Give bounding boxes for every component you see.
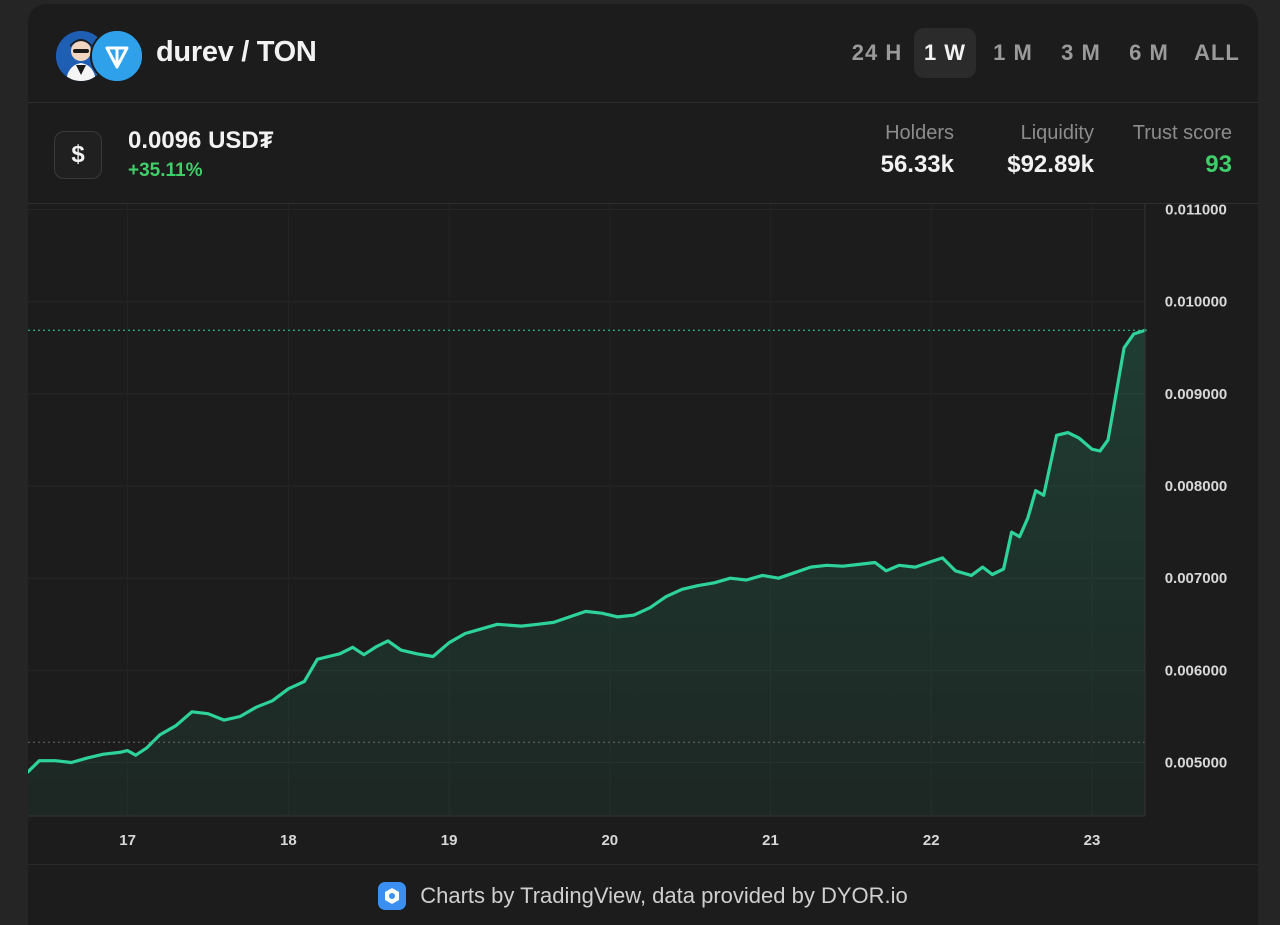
- y-tick-label: 0.008000: [1165, 478, 1228, 495]
- y-tick-label: 0.011000: [1165, 204, 1227, 219]
- liquidity-stat: Liquidity $92.89k: [1007, 122, 1094, 179]
- holders-stat: Holders 56.33k: [881, 122, 954, 179]
- range-24h-button[interactable]: 24 H: [846, 28, 908, 78]
- ton-logo-icon: [90, 29, 144, 83]
- price-info: $ 0.0096 USD₮ +35.11% Holders 56.33k Liq…: [28, 103, 1258, 204]
- range-1m-button[interactable]: 1 M: [982, 28, 1044, 78]
- chart-credit[interactable]: Charts by TradingView, data provided by …: [420, 883, 908, 909]
- y-tick-label: 0.007000: [1165, 570, 1228, 587]
- range-all-button[interactable]: ALL: [1186, 28, 1248, 78]
- price-chart[interactable]: 0.011000 0.010000 0.009000 0.008000 0.007000…: [28, 204, 1258, 864]
- x-tick-label: 20: [601, 832, 618, 849]
- holders-value: 56.33k: [880, 151, 954, 178]
- trust-score-value: 93: [1205, 151, 1232, 178]
- y-tick-label: 0.009000: [1165, 386, 1228, 403]
- pair-title: durev / TON: [156, 36, 317, 68]
- trust-score-label: Trust score: [1132, 122, 1232, 144]
- y-tick-label: 0.010000: [1165, 294, 1228, 311]
- range-6m-button[interactable]: 6 M: [1118, 28, 1180, 78]
- x-tick-label: 18: [280, 832, 297, 849]
- x-tick-label: 21: [762, 832, 779, 849]
- price-change: +35.11%: [128, 160, 203, 181]
- footer: Charts by TradingView, data provided by …: [28, 864, 1258, 925]
- holders-label: Holders: [885, 122, 954, 144]
- pair-avatars: [54, 29, 144, 83]
- range-selector: 24 H 1 W 1 M 3 M 6 M ALL: [846, 28, 1248, 78]
- chart-card: durev / TON 24 H 1 W 1 M 3 M 6 M ALL $ 0…: [28, 4, 1258, 925]
- trust-score-stat: Trust score 93: [1133, 122, 1232, 179]
- price-area-fill: [28, 330, 1145, 816]
- y-tick-label: 0.005000: [1165, 755, 1228, 772]
- tradingview-hexagon-icon: [378, 881, 407, 910]
- range-3m-button[interactable]: 3 M: [1050, 28, 1112, 78]
- current-price: 0.0096 USD₮: [128, 127, 274, 154]
- liquidity-label: Liquidity: [1020, 122, 1094, 144]
- x-tick-label: 23: [1084, 832, 1101, 849]
- x-tick-label: 22: [923, 832, 940, 849]
- x-tick-label: 19: [441, 832, 458, 849]
- header: durev / TON 24 H 1 W 1 M 3 M 6 M ALL: [28, 4, 1258, 103]
- x-tick-label: 17: [119, 832, 136, 849]
- dollar-icon: $: [54, 131, 102, 179]
- price-chart-svg[interactable]: 0.011000 0.010000 0.009000 0.008000 0.007000…: [28, 204, 1258, 864]
- liquidity-value: $92.89k: [1007, 151, 1094, 178]
- range-1w-button[interactable]: 1 W: [914, 28, 976, 78]
- y-tick-label: 0.006000: [1165, 662, 1228, 679]
